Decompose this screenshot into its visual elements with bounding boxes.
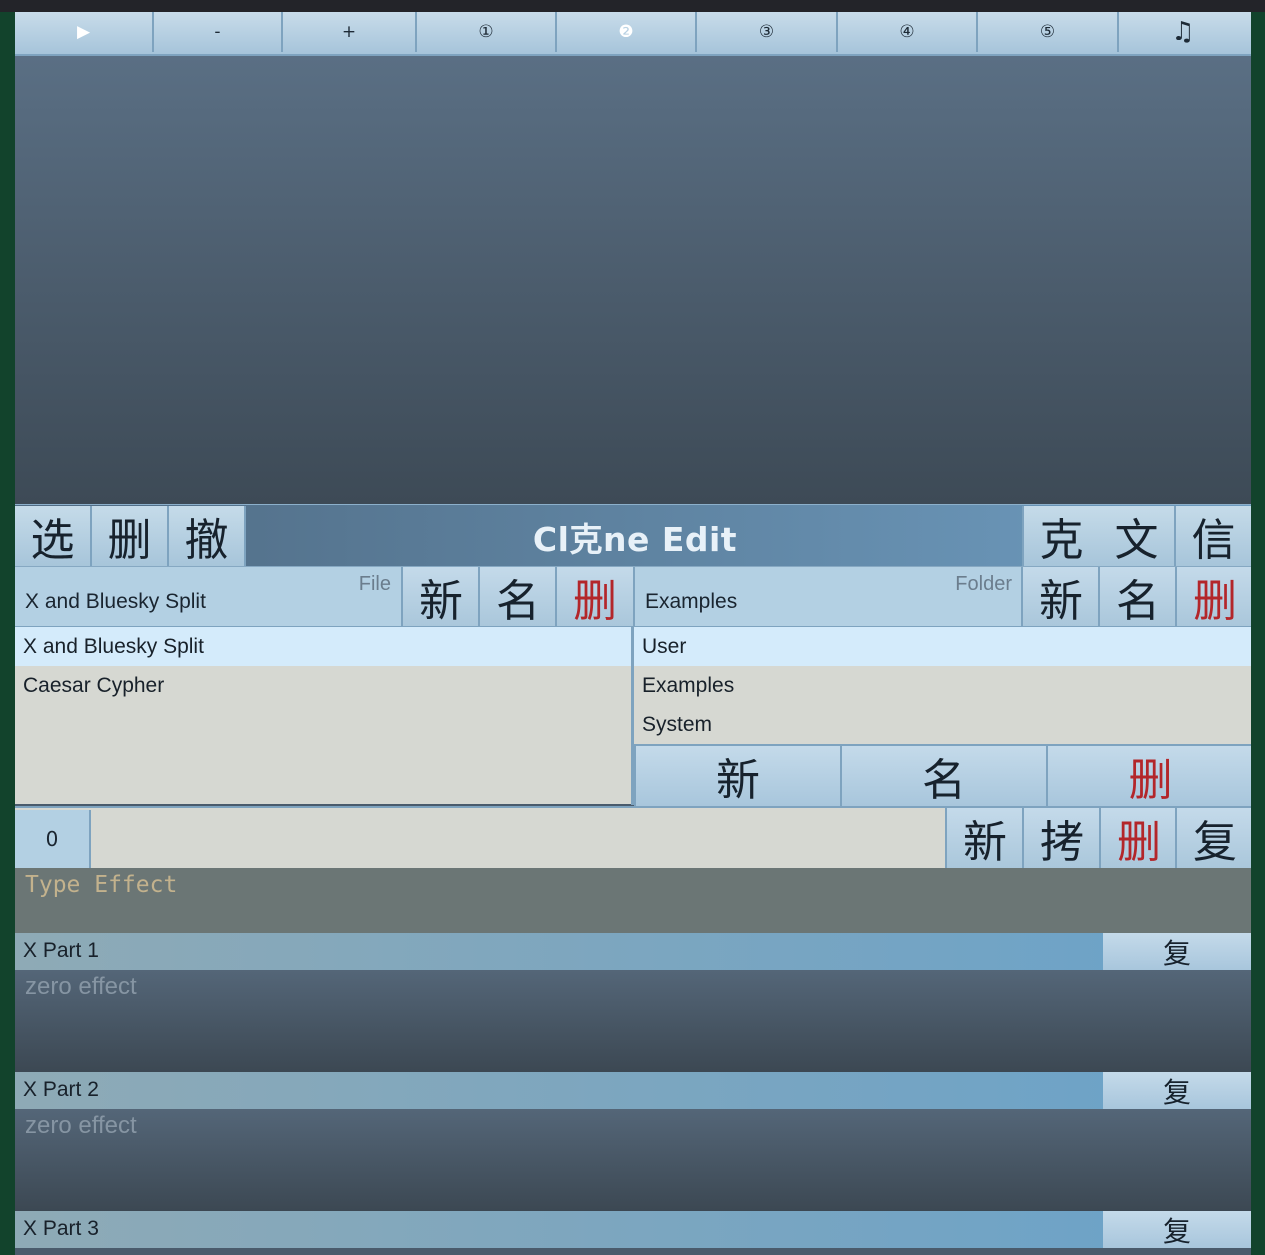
delete-folder-button[interactable]: 删	[1175, 567, 1251, 627]
zoom-out-button[interactable]: -	[154, 12, 283, 52]
list-item[interactable]: Examples	[634, 666, 1251, 705]
copy-part-button[interactable]: 拷	[1022, 808, 1100, 868]
slot-4-button[interactable]: ④	[838, 12, 978, 52]
file-folder-row: X and Bluesky Split File 新 名 删 Examples …	[15, 566, 1251, 628]
part-name: X Part 1	[23, 939, 99, 962]
part-restore-button[interactable]: 复	[1103, 1072, 1251, 1109]
file-name-value: X and Bluesky Split	[25, 590, 206, 613]
rename-folder-button[interactable]: 名	[1098, 567, 1176, 627]
part-header[interactable]: X Part 1 复	[15, 933, 1251, 970]
app-title: Cl克ne Edit	[532, 520, 738, 559]
delete-part-button[interactable]: 删	[1099, 808, 1177, 868]
header-bar: 选 删 撤 Cl克ne Edit 克 文 信	[15, 504, 1251, 567]
info-button[interactable]: 信	[1176, 506, 1251, 566]
folder-name-value: Examples	[645, 590, 738, 613]
rename-file-button[interactable]: 名	[478, 567, 556, 627]
slot-3-button[interactable]: ③	[697, 12, 838, 52]
part-name: X Part 3	[23, 1217, 99, 1240]
list-item[interactable]: Caesar Cypher	[15, 666, 631, 705]
part-index[interactable]: 0	[15, 810, 91, 868]
preview-area	[15, 56, 1251, 504]
part-restore-button[interactable]: 复	[1103, 1211, 1251, 1248]
delete-folder-item-button[interactable]: 删	[1046, 744, 1251, 806]
window-top-strip	[0, 0, 1265, 12]
slot-1-button[interactable]: ①	[417, 12, 557, 52]
file-list: X and Bluesky Split Caesar Cypher	[15, 627, 631, 804]
select-button[interactable]: 选	[15, 506, 92, 566]
part-effect-text: zero effect	[25, 1112, 137, 1139]
list-item[interactable]: X and Bluesky Split	[15, 627, 631, 666]
slot-2-button[interactable]: ❷	[557, 12, 697, 52]
new-file-button[interactable]: 新	[401, 567, 479, 627]
rename-folder-item-button[interactable]: 名	[840, 744, 1046, 806]
music-button[interactable]: ♫	[1119, 12, 1247, 52]
part-item: X Part 1 复 zero effect	[15, 933, 1251, 1072]
text-button[interactable]: 文	[1099, 506, 1176, 566]
zoom-in-button[interactable]: +	[283, 12, 417, 52]
effect-input-placeholder: Type Effect	[25, 872, 178, 898]
play-button[interactable]: ▶	[15, 12, 154, 52]
list-item[interactable]: User	[634, 627, 1251, 666]
slot-5-button[interactable]: ⑤	[978, 12, 1119, 52]
delete-file-button[interactable]: 删	[555, 567, 633, 627]
part-item: X Part 3 复	[15, 1211, 1251, 1255]
toolbar: ▶ - + ① ❷ ③ ④ ⑤ ♫	[15, 12, 1251, 56]
delete-button[interactable]: 删	[92, 506, 169, 566]
part-toolbar: 0 新 拷 删 复	[15, 806, 1251, 870]
folder-label: Folder	[955, 573, 1012, 595]
clone-edit-app: ▶ - + ① ❷ ③ ④ ⑤ ♫ 选 删 撤 Cl克ne Edit 克 文 信…	[15, 12, 1251, 1255]
undo-button[interactable]: 撤	[169, 506, 246, 566]
part-effect[interactable]: zero effect	[15, 970, 1251, 1072]
part-effect[interactable]: zero effect	[15, 1109, 1251, 1211]
file-label: File	[358, 573, 391, 595]
part-header[interactable]: X Part 3 复	[15, 1211, 1251, 1248]
new-folder-button[interactable]: 新	[1021, 567, 1099, 627]
file-field[interactable]: X and Bluesky Split File	[15, 567, 401, 626]
restore-part-button[interactable]: 复	[1175, 808, 1251, 868]
part-item: X Part 2 复 zero effect	[15, 1072, 1251, 1211]
clone-button[interactable]: 克	[1022, 506, 1101, 566]
new-folder-item-button[interactable]: 新	[634, 744, 840, 806]
part-name: X Part 2	[23, 1078, 99, 1101]
part-effect-text: zero effect	[25, 973, 137, 1000]
effect-input-area[interactable]: Type Effect	[15, 868, 1251, 933]
new-part-button[interactable]: 新	[945, 808, 1023, 868]
part-restore-button[interactable]: 复	[1103, 933, 1251, 970]
part-header[interactable]: X Part 2 复	[15, 1072, 1251, 1109]
list-item[interactable]: System	[634, 705, 1251, 744]
folder-field[interactable]: Examples Folder	[633, 567, 1022, 626]
